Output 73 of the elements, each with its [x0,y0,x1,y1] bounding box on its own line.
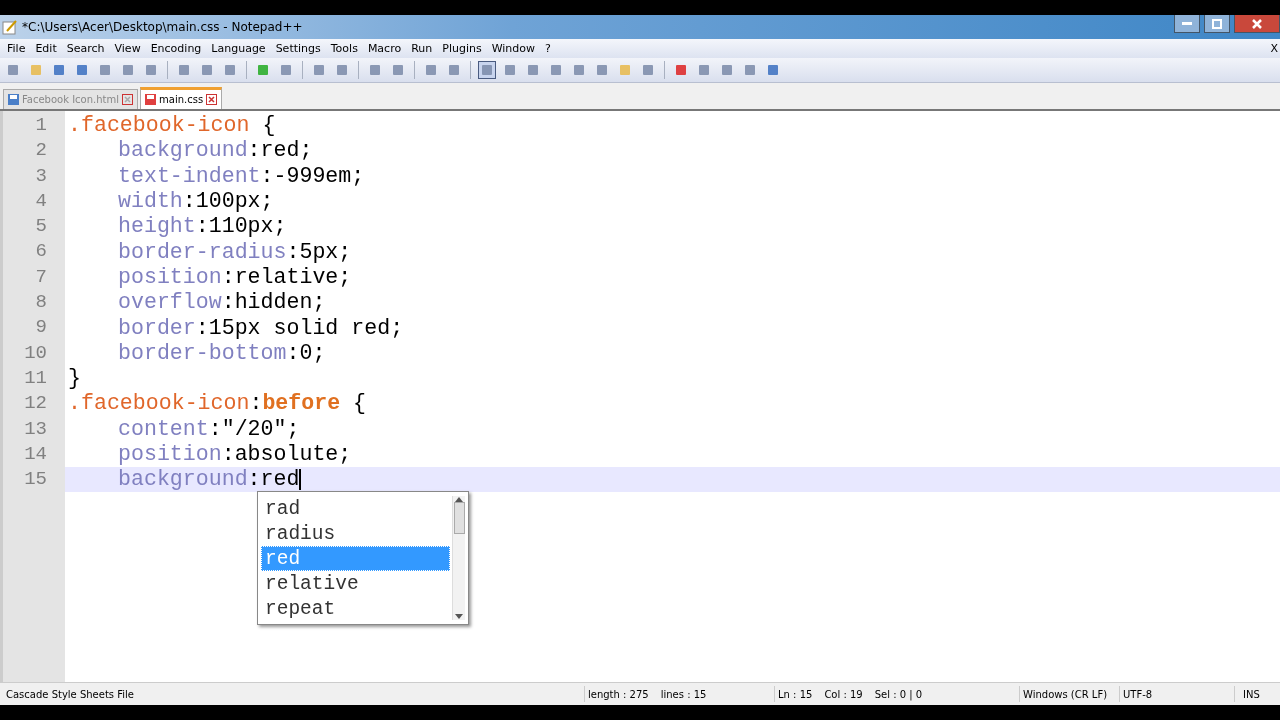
line-number: 15 [23,467,48,493]
line-number: 8 [34,290,48,316]
menu-item[interactable]: Settings [270,42,326,55]
autocomplete-item[interactable]: radius [261,521,450,546]
encoding: UTF-8 [1123,688,1153,700]
code-line: position:relative; [118,264,352,290]
menu-item[interactable]: Window [486,42,541,55]
code-line: content:"/20"; [118,416,300,442]
menu-item[interactable]: Tools [325,42,363,55]
line-ending: Windows (CR LF) [1023,688,1108,700]
tab-close-icon[interactable] [206,94,218,105]
minimize-icon [1182,21,1192,26]
line-number: 11 [23,365,48,391]
tab-close-icon[interactable] [122,94,134,105]
length-text: length : 275 [588,688,649,700]
line-number: 6 [34,239,48,265]
menu-item[interactable]: Language [206,42,271,55]
scrollbar[interactable] [452,496,465,620]
line-number: 10 [23,340,48,366]
code-line: border-bottom:0; [118,340,326,366]
menu-item[interactable]: File [2,42,31,55]
code-line: position:absolute; [118,442,352,467]
line-number: 2 [34,138,48,164]
insert-mode: INS [1243,688,1260,700]
cursor-position: Ln : 15 [778,688,813,700]
close-document-button[interactable]: X [1270,42,1280,55]
cursor-position: Col : 19 [824,688,863,700]
menu-item[interactable]: Run [406,42,438,55]
file-icon [145,94,157,105]
scroll-down-icon[interactable] [455,614,463,620]
close-button[interactable] [1234,15,1280,33]
maximize-icon [1212,18,1222,29]
line-number: 5 [34,214,48,240]
menu-item[interactable]: Edit [30,42,62,55]
line-number: 13 [23,416,48,442]
lines-text: lines : 15 [660,688,707,700]
line-number: 1 [34,113,48,138]
code-line: .facebook-icon { [68,113,276,139]
code-line: } [68,366,81,392]
code-line: text-indent:-999em; [118,163,365,189]
menu-item[interactable]: ? [540,42,556,55]
file-icon [8,94,19,105]
line-number: 3 [34,163,48,189]
line-number: 12 [23,391,48,417]
autocomplete-item[interactable]: rad [261,496,450,521]
code-line: border:15px solid red; [118,315,404,341]
text-caret [299,469,302,491]
code-line: background:red; [118,138,313,164]
code-line: background:red [118,467,300,493]
line-number: 7 [34,264,48,290]
code-line: width:100px; [118,189,274,215]
menu-item[interactable]: Encoding [145,42,207,55]
code-line: overflow:hidden; [118,290,326,316]
line-number: 4 [34,188,48,214]
file-type: Cascade Style Sheets File [6,688,134,700]
autocomplete-item[interactable]: relative [261,571,450,596]
cursor-position: Sel : 0 | 0 [874,688,923,700]
code-line: height:110px; [118,214,287,240]
code-line: .facebook-icon:before { [68,391,367,417]
window-title: *C:\Users\Acer\Desktop\main.css - Notepad++ [22,20,304,34]
minimize-button[interactable] [1174,15,1200,33]
menu-item[interactable]: Macro [362,42,407,55]
line-number: 14 [23,441,48,467]
code-line: border-radius:5px; [118,239,352,265]
autocomplete-item[interactable]: repeat [261,596,450,621]
line-number: 9 [34,315,48,341]
menu-item[interactable]: Search [61,42,110,55]
file-tab[interactable]: main.css [140,87,223,109]
menu-item[interactable]: Plugins [437,42,487,55]
notepad-icon [2,19,18,35]
scroll-thumb[interactable] [453,502,465,534]
menu-item[interactable]: View [109,42,146,55]
maximize-button[interactable] [1204,15,1230,33]
